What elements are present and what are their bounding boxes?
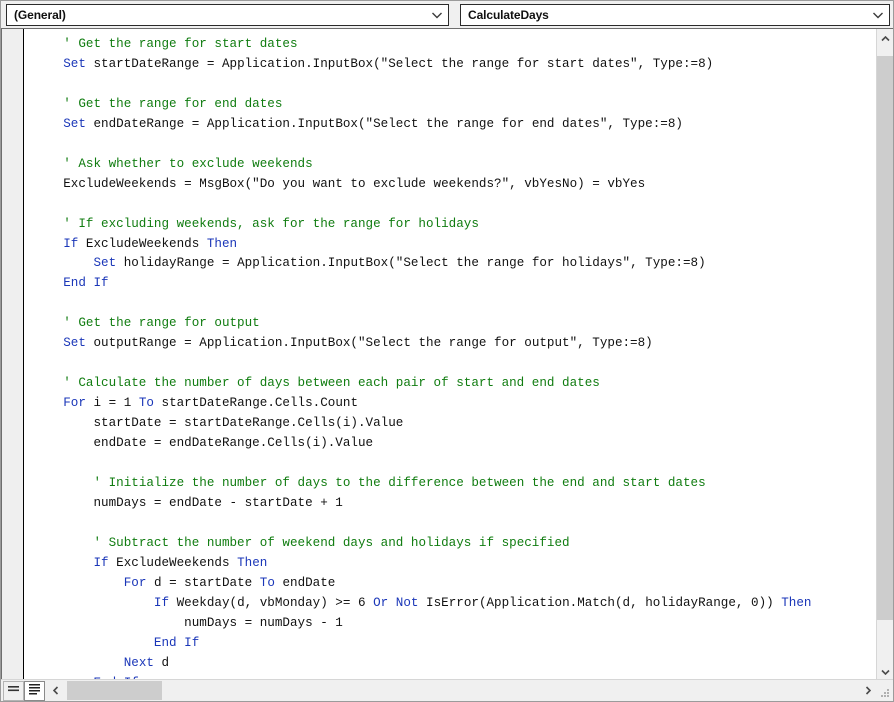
procedure-view-icon: [7, 682, 20, 700]
chevron-up-icon: [880, 29, 890, 47]
procedure-dropdown[interactable]: CalculateDays: [460, 3, 890, 26]
vertical-scroll-thumb[interactable]: [877, 56, 893, 620]
chevron-right-icon: [865, 682, 871, 700]
code-text-area[interactable]: ' Get the range for start dates Set star…: [24, 29, 876, 679]
scroll-right-button[interactable]: [859, 680, 876, 701]
object-dropdown-value: (General): [14, 7, 66, 22]
scroll-left-button[interactable]: [47, 680, 64, 701]
procedure-view-button[interactable]: [3, 681, 24, 701]
chevron-down-icon[interactable]: [428, 5, 446, 25]
resize-grip-icon[interactable]: [876, 680, 893, 701]
full-module-view-icon: [28, 682, 41, 700]
vba-code-editor-window: (General) CalculateDays ' Get the range …: [0, 0, 894, 702]
horizontal-scrollbar[interactable]: [47, 680, 876, 701]
scroll-down-button[interactable]: [877, 662, 893, 679]
chevron-down-icon[interactable]: [869, 5, 887, 25]
chevron-left-icon: [52, 682, 59, 700]
code-window-combo-bar: (General) CalculateDays: [0, 0, 894, 28]
code-window-status-bar: [1, 679, 893, 701]
chevron-down-icon: [880, 662, 890, 680]
code-editor-body: ' Get the range for start dates Set star…: [1, 28, 893, 679]
vertical-scrollbar[interactable]: [876, 29, 893, 679]
object-dropdown[interactable]: (General): [6, 3, 449, 26]
procedure-dropdown-value: CalculateDays: [468, 7, 549, 22]
margin-indicator-bar[interactable]: [2, 29, 24, 679]
vertical-scroll-track[interactable]: [877, 46, 893, 662]
vba-source-code[interactable]: ' Get the range for start dates Set star…: [24, 35, 876, 679]
view-mode-buttons: [1, 680, 47, 701]
full-module-view-button[interactable]: [24, 681, 45, 701]
scroll-up-button[interactable]: [877, 29, 893, 46]
code-editor-frame: ' Get the range for start dates Set star…: [0, 28, 894, 702]
horizontal-scroll-track[interactable]: [64, 680, 859, 701]
horizontal-scroll-thumb[interactable]: [67, 681, 162, 700]
